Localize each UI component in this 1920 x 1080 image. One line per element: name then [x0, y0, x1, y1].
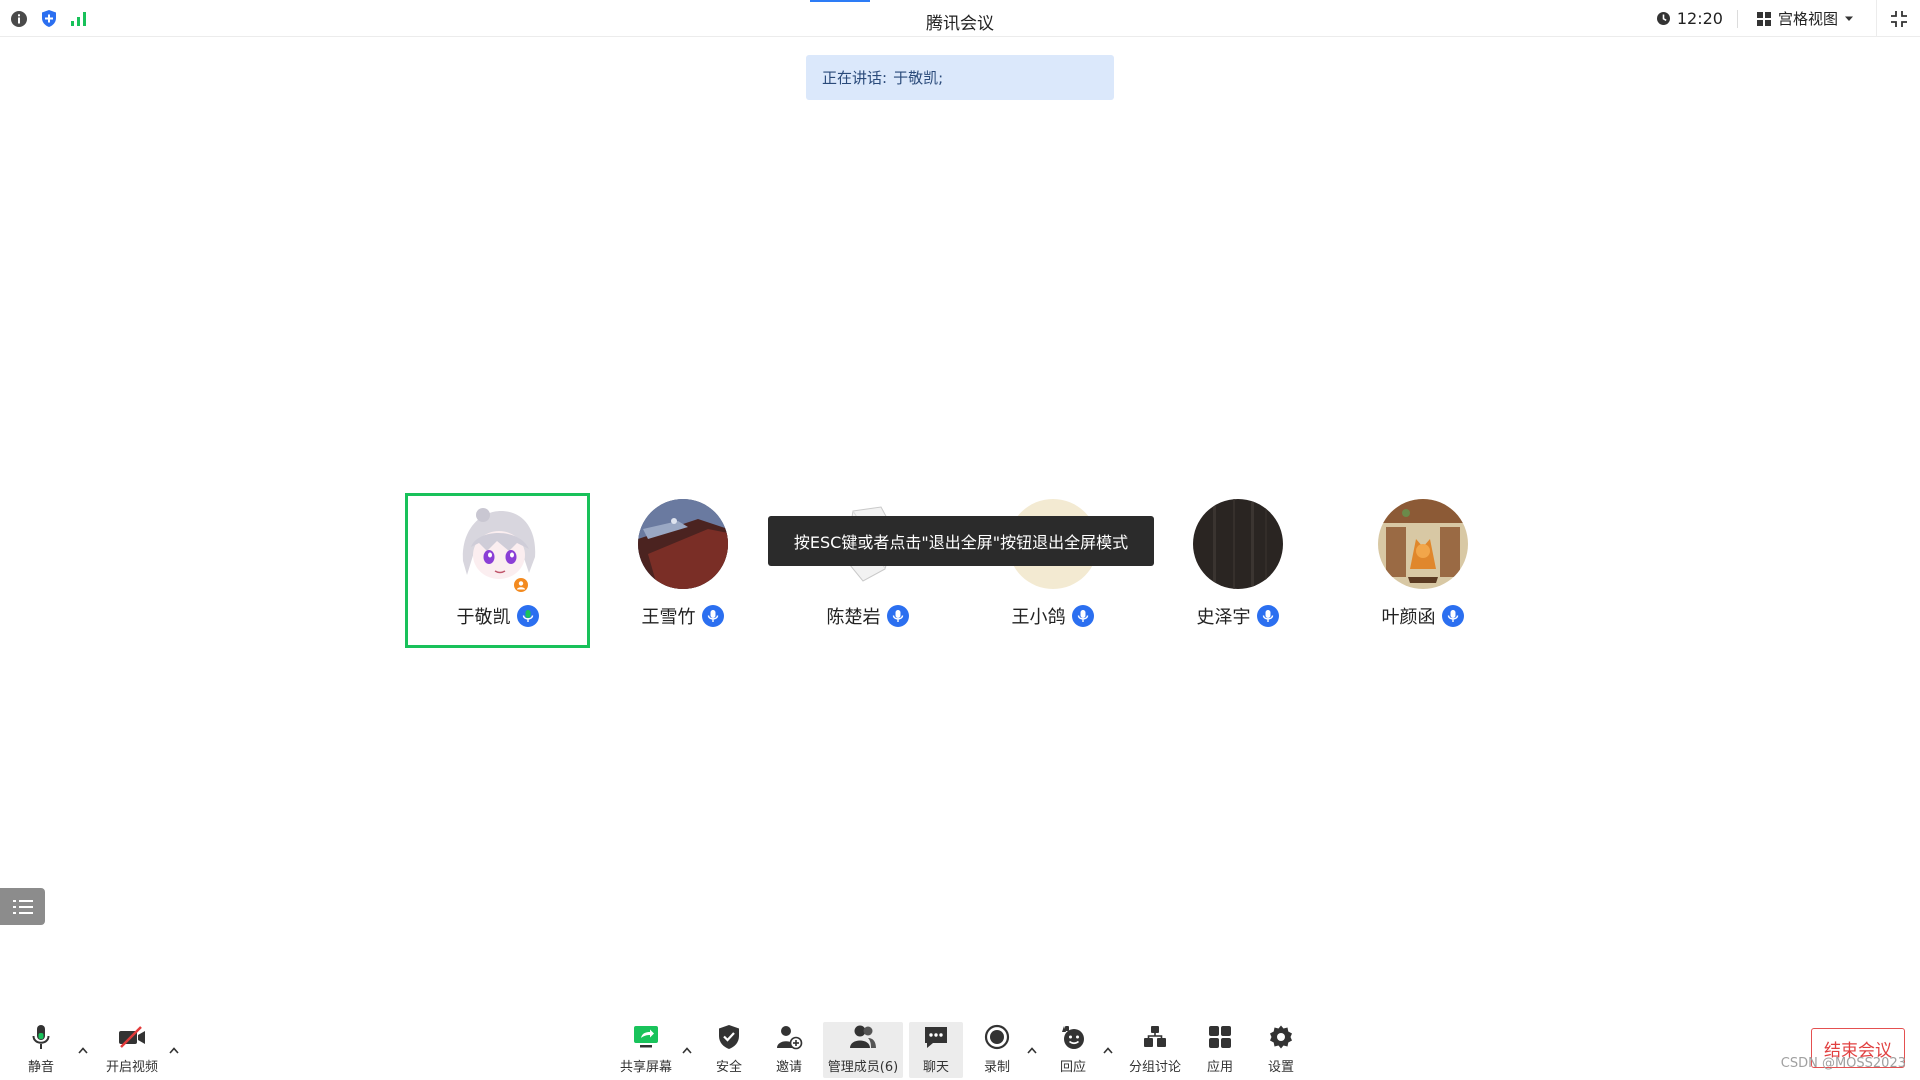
- video-off-icon: [119, 1026, 145, 1048]
- participant-name-row: 于敬凯: [408, 603, 587, 629]
- exit-fullscreen-button[interactable]: [1876, 0, 1920, 37]
- settings-button[interactable]: 设置: [1260, 1022, 1302, 1078]
- mic-icon: [1256, 605, 1279, 627]
- share-options-caret[interactable]: [679, 1042, 695, 1058]
- react-button[interactable]: 回应: [1052, 1022, 1094, 1078]
- participant-tile[interactable]: 叶颜函: [1330, 493, 1515, 648]
- mic-icon: [1441, 605, 1464, 627]
- gear-icon: [1270, 1025, 1292, 1049]
- chevron-up-icon: [1027, 1046, 1037, 1054]
- speaking-label: 正在讲话:: [822, 69, 888, 87]
- share-screen-button[interactable]: 共享屏幕: [618, 1022, 674, 1078]
- mic-icon: [701, 605, 724, 627]
- mic-icon: [1071, 605, 1094, 627]
- record-options-caret[interactable]: [1024, 1042, 1040, 1058]
- speaking-indicator: 正在讲话: 于敬凯;: [806, 55, 1114, 100]
- chevron-up-icon: [78, 1046, 88, 1054]
- participant-name: 于敬凯: [456, 607, 511, 628]
- microphone-icon: [32, 1025, 50, 1049]
- avatar: [637, 499, 728, 589]
- apps-button[interactable]: 应用: [1199, 1022, 1241, 1078]
- window-title: 腾讯会议: [926, 14, 994, 34]
- grid-view-icon: [1756, 11, 1772, 27]
- chevron-up-icon: [169, 1046, 179, 1054]
- avatar: [1377, 499, 1468, 589]
- apps-icon: [1209, 1026, 1231, 1048]
- meeting-timer: 12:20: [1656, 9, 1737, 28]
- participant-name: 史泽宇: [1196, 607, 1251, 628]
- participant-name-row: 王小鸽: [960, 603, 1145, 629]
- avatar: [452, 499, 543, 589]
- mic-icon: [886, 605, 909, 627]
- start-video-label: 开启视频: [105, 1060, 158, 1075]
- host-icon: [512, 576, 530, 594]
- manage-members-label: 管理成员(6): [827, 1060, 899, 1075]
- apps-label: 应用: [1206, 1060, 1233, 1075]
- top-accent-line: [810, 0, 870, 2]
- clock-icon: [1656, 11, 1671, 26]
- start-video-button[interactable]: 开启视频: [102, 1022, 162, 1078]
- invite-label: 邀请: [775, 1060, 802, 1075]
- participant-name-row: 陈楚岩: [775, 603, 960, 629]
- timer-text: 12:20: [1676, 9, 1723, 28]
- breakout-rooms-label: 分组讨论: [1128, 1060, 1181, 1075]
- audio-options-caret[interactable]: [75, 1042, 91, 1058]
- breakout-rooms-icon: [1144, 1026, 1166, 1047]
- mute-button[interactable]: 静音: [18, 1022, 64, 1078]
- participant-name-row: 史泽宇: [1145, 603, 1330, 629]
- chat-icon: [925, 1027, 947, 1048]
- security-shield-icon: [719, 1025, 739, 1049]
- list-icon: [12, 899, 33, 914]
- security-button[interactable]: 安全: [708, 1022, 750, 1078]
- invite-user-icon: [777, 1026, 803, 1050]
- video-options-caret[interactable]: [166, 1042, 182, 1058]
- participant-name-row: 王雪竹: [590, 603, 775, 629]
- participant-tile[interactable]: 王雪竹: [590, 493, 775, 648]
- share-screen-label: 共享屏幕: [619, 1060, 672, 1075]
- security-label: 安全: [715, 1060, 742, 1075]
- fullscreen-tooltip: 按ESC键或者点击"退出全屏"按钮退出全屏模式: [768, 516, 1154, 566]
- chat-label: 聊天: [922, 1060, 949, 1075]
- top-right-controls: 12:20 宫格视图: [1656, 0, 1920, 37]
- record-icon: [984, 1024, 1010, 1050]
- record-button[interactable]: 录制: [976, 1022, 1018, 1078]
- react-label: 回应: [1059, 1060, 1086, 1075]
- react-options-caret[interactable]: [1100, 1042, 1116, 1058]
- view-mode-dropdown[interactable]: 宫格视图: [1738, 8, 1876, 29]
- chevron-up-icon: [1103, 1046, 1113, 1054]
- participant-name: 王雪竹: [641, 607, 696, 628]
- record-label: 录制: [983, 1060, 1010, 1075]
- chevron-up-icon: [682, 1046, 692, 1054]
- manage-members-button[interactable]: 管理成员(6): [823, 1022, 903, 1078]
- top-bar: 腾讯会议 12:20 宫格视图: [0, 0, 1920, 37]
- watermark: CSDN @MOSS2023: [1780, 1056, 1906, 1071]
- participant-tile[interactable]: 于敬凯: [405, 493, 590, 648]
- chevron-down-icon: [1844, 15, 1854, 23]
- settings-label: 设置: [1267, 1060, 1294, 1075]
- participant-name: 王小鸽: [1011, 607, 1066, 628]
- chat-button[interactable]: 聊天: [909, 1022, 963, 1078]
- members-icon: [850, 1025, 876, 1048]
- invite-button[interactable]: 邀请: [768, 1022, 810, 1078]
- avatar: [1192, 499, 1283, 589]
- mute-label: 静音: [27, 1060, 54, 1075]
- speaking-name: 于敬凯;: [893, 69, 944, 87]
- breakout-rooms-button[interactable]: 分组讨论: [1125, 1022, 1185, 1078]
- share-screen-icon: [634, 1026, 658, 1048]
- mic-active-icon: [516, 605, 539, 627]
- participant-name-row: 叶颜函: [1330, 603, 1515, 629]
- participant-tile[interactable]: 史泽宇: [1145, 493, 1330, 648]
- participant-name: 陈楚岩: [826, 607, 881, 628]
- exit-fullscreen-icon: [1890, 10, 1907, 27]
- view-mode-label: 宫格视图: [1777, 10, 1838, 28]
- participant-list-toggle[interactable]: [0, 888, 45, 925]
- participant-name: 叶颜函: [1381, 607, 1436, 628]
- reaction-icon: [1062, 1026, 1084, 1049]
